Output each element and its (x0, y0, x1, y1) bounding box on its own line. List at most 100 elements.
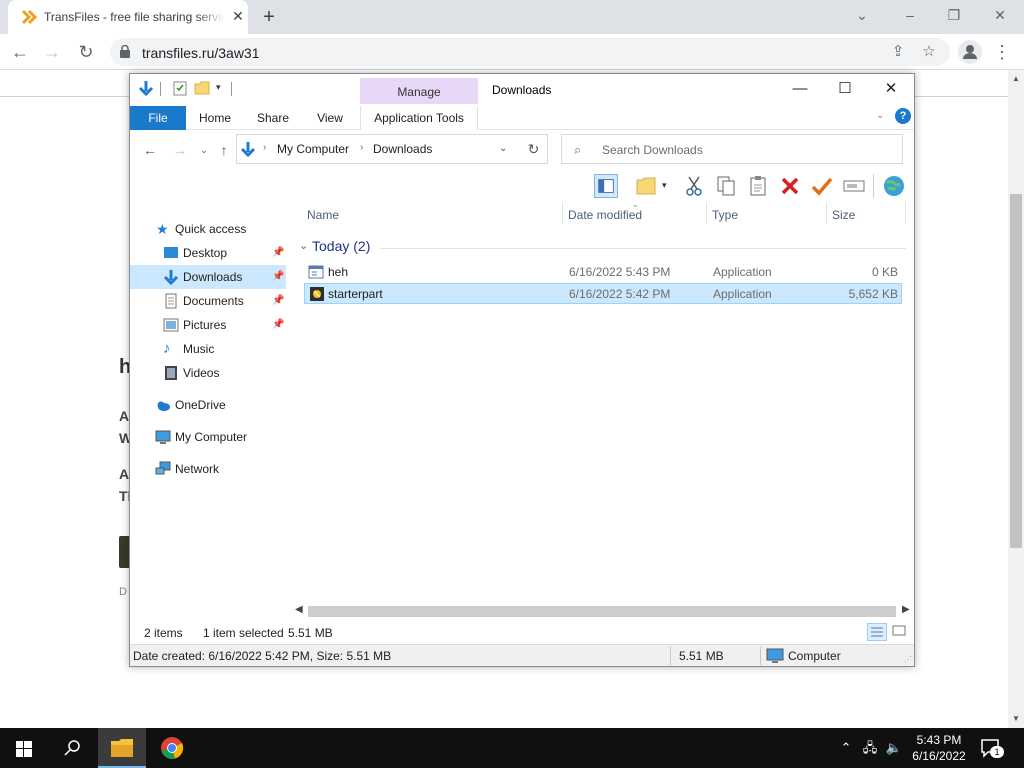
expand-ribbon-icon[interactable]: ⌄ (876, 110, 884, 121)
file-row-starterpart[interactable]: starterpart 6/16/2022 5:42 PM Applicatio… (304, 283, 902, 304)
pin-icon[interactable]: 📌 (272, 271, 284, 282)
scroll-right-icon[interactable]: ▶ (902, 604, 910, 615)
collapse-group-icon[interactable]: ⌄ (299, 239, 308, 252)
nav-label: Music (183, 342, 215, 356)
tab-share[interactable]: Share (252, 106, 294, 130)
column-header-type[interactable]: Type (712, 208, 738, 222)
column-divider[interactable] (826, 202, 827, 224)
new-folder-icon[interactable] (194, 80, 210, 96)
nav-network[interactable]: Network (130, 457, 286, 481)
tab-search-icon[interactable]: ⌄ (848, 4, 876, 26)
tab-close-icon[interactable]: ✕ (230, 8, 246, 24)
tab-home[interactable]: Home (194, 106, 236, 130)
column-header-name[interactable]: Name (307, 208, 339, 222)
explorer-forward-icon[interactable]: → (170, 140, 190, 160)
qat-dropdown-icon[interactable]: ▾ (216, 82, 221, 93)
column-header-size[interactable]: Size (832, 208, 855, 222)
show-hidden-icons-icon[interactable]: ⌃ (837, 739, 855, 757)
taskbar-chrome[interactable] (148, 728, 196, 768)
chrome-menu-icon[interactable]: ⋮ (992, 40, 1012, 64)
volume-icon[interactable]: 🔈 (885, 739, 903, 757)
address-dropdown-icon[interactable]: ⌄ (499, 143, 507, 154)
rename-icon[interactable] (842, 174, 866, 198)
page-scrollbar[interactable]: ▲ ▼ (1008, 70, 1024, 728)
browser-tab[interactable]: TransFiles - free file sharing service ✕ (8, 0, 248, 34)
refresh-icon[interactable]: ↻ (520, 134, 548, 164)
checkmark-icon[interactable] (810, 174, 834, 198)
explorer-minimize-icon[interactable]: — (785, 78, 815, 100)
start-button[interactable] (0, 728, 48, 768)
help-icon[interactable]: ? (895, 108, 911, 124)
taskbar-file-explorer[interactable] (98, 728, 146, 768)
nav-pictures[interactable]: Pictures 📌 (130, 313, 286, 337)
onedrive-cloud-icon (157, 401, 170, 411)
file-row-heh[interactable]: heh 6/16/2022 5:43 PM Application 0 KB (304, 262, 902, 283)
address-toolbar: ← → ⌄ ↑ › My Computer › Downloads ⌄ ↻ ⌕ … (130, 130, 914, 170)
horizontal-scroll-thumb[interactable] (308, 606, 896, 617)
paste-icon[interactable] (746, 174, 770, 198)
explorer-address-box[interactable]: › My Computer › Downloads ⌄ (236, 134, 548, 164)
column-divider[interactable] (905, 202, 906, 224)
scroll-left-icon[interactable]: ◀ (295, 604, 303, 615)
zone-label: Computer (788, 649, 841, 663)
nav-downloads[interactable]: Downloads 📌 (130, 265, 286, 289)
folder-options-icon[interactable] (634, 174, 658, 198)
nav-videos[interactable]: Videos (130, 361, 286, 385)
nav-music[interactable]: ♪ Music (130, 337, 286, 361)
bookmark-star-icon[interactable]: ☆ (920, 43, 938, 61)
explorer-back-icon[interactable]: ← (140, 140, 160, 160)
scroll-down-icon[interactable]: ▼ (1011, 714, 1021, 723)
resize-grip-icon[interactable]: ⋰ (904, 655, 912, 664)
preview-pane-icon[interactable] (594, 174, 618, 198)
column-divider[interactable] (562, 202, 563, 224)
column-header-date[interactable]: Date modified (568, 208, 642, 222)
explorer-maximize-icon[interactable]: ☐ (830, 78, 860, 100)
details-view-icon[interactable] (867, 623, 887, 641)
scroll-up-icon[interactable]: ▲ (1011, 74, 1021, 83)
globe-icon[interactable] (882, 174, 906, 198)
notification-center-icon[interactable]: 1 (980, 738, 1004, 758)
horizontal-scrollbar[interactable]: ◀ ▶ (292, 602, 914, 620)
breadcrumb-my-computer[interactable]: My Computer (277, 142, 349, 156)
minimize-icon[interactable]: – (896, 4, 924, 26)
pin-icon[interactable]: 📌 (272, 247, 284, 258)
back-icon[interactable]: ← (8, 40, 32, 64)
nav-documents[interactable]: Documents 📌 (130, 289, 286, 313)
breadcrumb-downloads[interactable]: Downloads (373, 142, 432, 156)
up-folder-icon[interactable]: ↑ (214, 140, 234, 160)
tab-view[interactable]: View (310, 106, 350, 130)
delete-icon[interactable] (778, 174, 802, 198)
profile-avatar-icon[interactable] (958, 40, 982, 64)
search-input[interactable]: ⌕ Search Downloads (561, 134, 903, 164)
large-icons-view-icon[interactable] (890, 623, 910, 641)
forward-icon[interactable]: → (40, 40, 64, 64)
column-divider[interactable] (706, 202, 707, 224)
manage-tab[interactable]: Manage (360, 78, 478, 106)
pin-icon[interactable]: 📌 (272, 295, 284, 306)
taskbar-clock[interactable]: 5:43 PM 6/16/2022 (906, 732, 972, 764)
copy-icon[interactable] (714, 174, 738, 198)
tab-file[interactable]: File (130, 106, 186, 130)
taskbar-search-button[interactable] (48, 728, 96, 768)
reload-icon[interactable]: ↻ (74, 40, 98, 64)
pin-icon[interactable]: 📌 (272, 319, 284, 330)
nav-onedrive[interactable]: OneDrive (130, 393, 286, 417)
nav-my-computer[interactable]: My Computer (130, 425, 286, 449)
nav-quick-access[interactable]: ★ Quick access (130, 217, 286, 241)
address-bar[interactable]: transfiles.ru/3aw31 ⇪ ☆ (110, 38, 950, 66)
network-tray-icon[interactable]: 🖧 (861, 739, 879, 757)
group-header-today[interactable]: ⌄ Today (2) (296, 238, 906, 258)
folder-options-dropdown-icon[interactable]: ▾ (662, 180, 667, 191)
new-tab-icon[interactable]: + (258, 6, 280, 28)
nav-desktop[interactable]: Desktop 📌 (130, 241, 286, 265)
explorer-close-icon[interactable]: ✕ (876, 78, 906, 100)
tab-application-tools[interactable]: Application Tools (360, 106, 478, 130)
computer-zone-icon (766, 648, 784, 663)
share-icon[interactable]: ⇪ (889, 43, 907, 61)
cut-icon[interactable] (682, 174, 706, 198)
close-icon[interactable]: ✕ (986, 4, 1014, 26)
recent-locations-icon[interactable]: ⌄ (194, 140, 214, 160)
scroll-thumb[interactable] (1010, 194, 1022, 548)
properties-icon[interactable] (172, 80, 188, 96)
restore-icon[interactable]: ❐ (940, 4, 968, 26)
